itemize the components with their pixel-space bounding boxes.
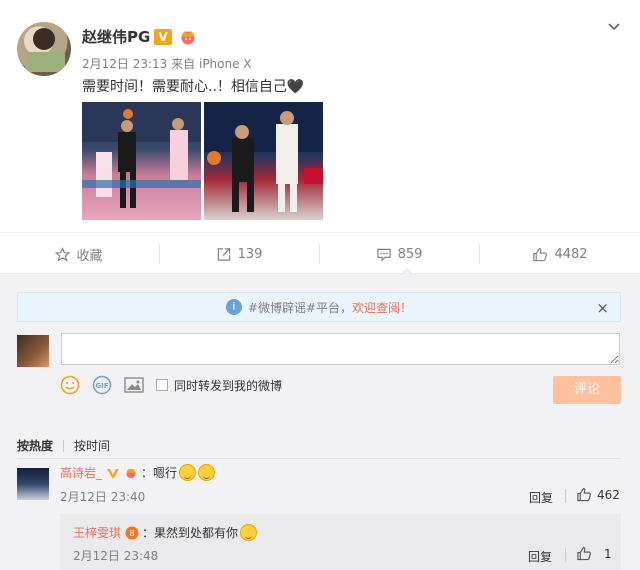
like-button[interactable]: 4482 [480,233,640,275]
post-text: 需要时间！需要耐心..！相信自己🖤 [82,79,305,95]
divider [63,439,65,452]
close-icon[interactable]: × [596,299,609,317]
sub-reply-like-button[interactable]: 1 [576,546,612,561]
svg-text:GIF: GIF [95,382,108,390]
tab-hot[interactable]: 按热度 [17,437,53,454]
svg-text:8: 8 [129,529,134,538]
comment-count: 859 [397,246,423,262]
like-count: 4482 [554,246,588,262]
notice-text: #微博辟谣#平台， [247,300,353,315]
chevron-down-icon[interactable] [607,20,621,34]
comments-panel: i #微博辟谣#平台， 欢迎查阅！ × GIF 同时转发到我的微博 评论 按热度… [0,274,640,570]
image-icon[interactable] [124,376,144,394]
member-crown-icon [181,31,195,45]
share-icon [217,247,230,261]
author-avatar[interactable] [17,22,71,76]
commenter-name[interactable]: 高诗岩_ [60,464,102,481]
post-photo-1[interactable] [82,102,201,220]
comment-line: 高诗岩_ ：嗯行 [60,464,216,481]
post-meta: 2月12日 23:13 来自 iPhone X [82,55,252,72]
divider [565,489,566,503]
post-source-prefix: 来自 [171,57,196,71]
thumbs-up-icon [577,487,591,502]
post-source[interactable]: iPhone X [199,57,252,71]
comment-input[interactable] [61,333,620,365]
divider [565,548,566,562]
comment-time: 2月12日 23:40 [60,490,146,504]
vip-v-icon [107,468,120,479]
gif-icon[interactable]: GIF [92,375,112,395]
emoji-icon [240,524,258,541]
repost-count: 139 [237,246,263,262]
sub-reply-button[interactable]: 回复 [528,548,552,565]
rumor-notice: i #微博辟谣#平台， 欢迎查阅！ × [17,292,621,322]
star-icon [55,246,71,261]
commenter-avatar[interactable] [17,468,49,500]
emoji-icon [179,464,197,481]
sub-reply-line: 王梓雯琪 8 ：果然到处都有你 [73,524,258,541]
my-avatar[interactable] [17,335,49,367]
reply-button[interactable]: 回复 [529,489,553,506]
sub-reply-user[interactable]: 王梓雯琪 [73,524,121,541]
comment-sort-tabs: 按热度 按时间 [17,437,110,454]
verified-v-icon: V [154,29,172,45]
repost-checkbox[interactable] [156,379,168,391]
emoji-icon [198,464,216,481]
sub-reply-like-count: 1 [604,546,612,561]
notice-link[interactable]: 欢迎查阅！ [352,299,412,316]
submit-comment-button[interactable]: 评论 [553,376,621,404]
divider [17,458,621,459]
repost-label[interactable]: 同时转发到我的微博 [174,377,282,394]
thumbs-up-icon [533,247,548,261]
member-level-icon: 8 [125,526,139,539]
author-name[interactable]: 赵继伟PG [82,26,150,47]
repost-button[interactable]: 139 [160,233,318,275]
comment-like-count: 462 [597,487,620,502]
post-action-bar: 收藏 139 859 4482 [0,232,640,274]
sub-reply-time: 2月12日 23:48 [73,549,159,563]
sub-reply: 王梓雯琪 8 ：果然到处都有你 2月12日 23:48 回复 1 [60,514,621,570]
composer-toolbar: GIF 同时转发到我的微博 [60,374,282,396]
weibo-post: 赵继伟PG V 2月12日 23:13 来自 iPhone X 需要时间！需要耐… [0,0,640,232]
post-photo-2[interactable] [204,102,323,220]
thumbs-up-icon [577,546,591,561]
sub-reply-text: ：果然到处都有你 [142,526,239,540]
post-time[interactable]: 2月12日 23:13 [82,57,167,71]
favorite-button[interactable]: 收藏 [0,233,158,275]
emoji-icon[interactable] [60,375,80,395]
comment-like-button[interactable]: 462 [576,487,620,502]
comment-icon [376,248,391,262]
comment-button[interactable]: 859 [320,233,478,275]
tab-time[interactable]: 按时间 [74,437,110,454]
comment-text: ：嗯行 [141,466,178,480]
favorite-label: 收藏 [76,248,103,264]
member-crown-icon [126,468,136,478]
info-icon: i [225,299,242,315]
